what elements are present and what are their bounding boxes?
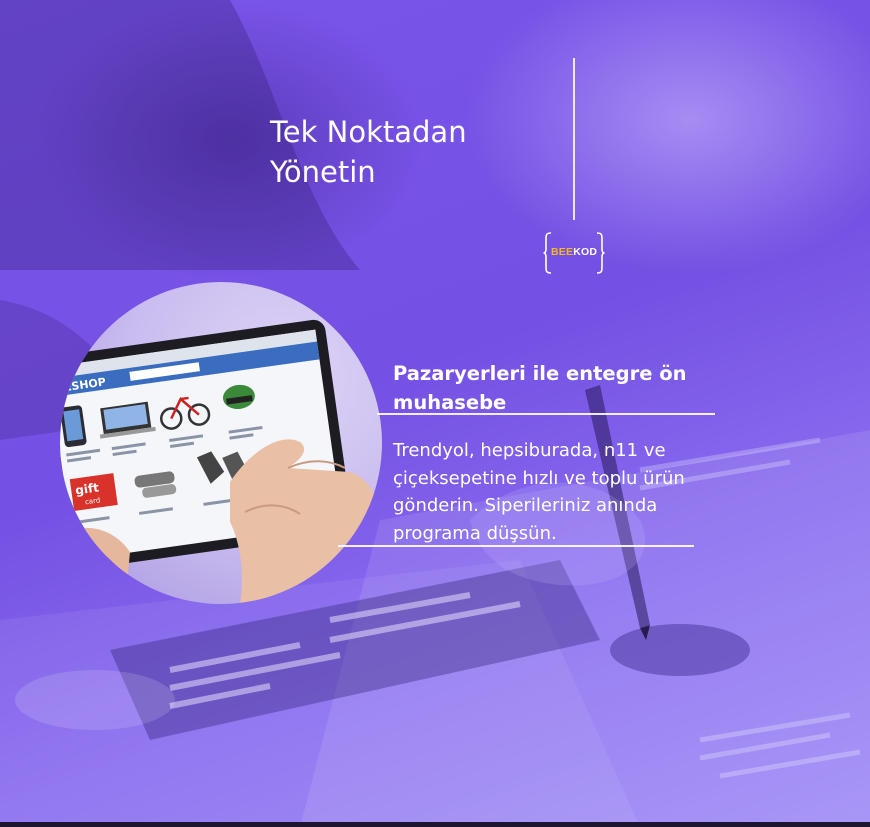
- logo-text-kod: KOD: [573, 246, 598, 258]
- logo-text: BEEKOD: [551, 246, 597, 258]
- headline-line-1: Tek Noktadan: [270, 115, 467, 149]
- tablet-shop-photo: NESHOP gift card: [60, 282, 382, 604]
- bottom-bar: [0, 822, 870, 827]
- feature-description: Trendyol, hepsiburada, n11 ve çiçeksepet…: [393, 440, 685, 544]
- feature-title-divider: [377, 413, 715, 415]
- feature-description-divider: [338, 545, 694, 547]
- logo-text-bee: BEE: [551, 246, 574, 258]
- feature-title: Pazaryerleri ile entegre ön muhasebe: [393, 362, 687, 414]
- headline: Tek Noktadan Yönetin: [270, 112, 467, 192]
- beekod-logo: BEEKOD: [543, 232, 605, 276]
- vertical-divider: [573, 58, 575, 220]
- headline-line-2: Yönetin: [270, 155, 376, 189]
- logo-right-brace-icon: [596, 232, 605, 274]
- tablet-illustration: NESHOP gift card: [60, 319, 382, 604]
